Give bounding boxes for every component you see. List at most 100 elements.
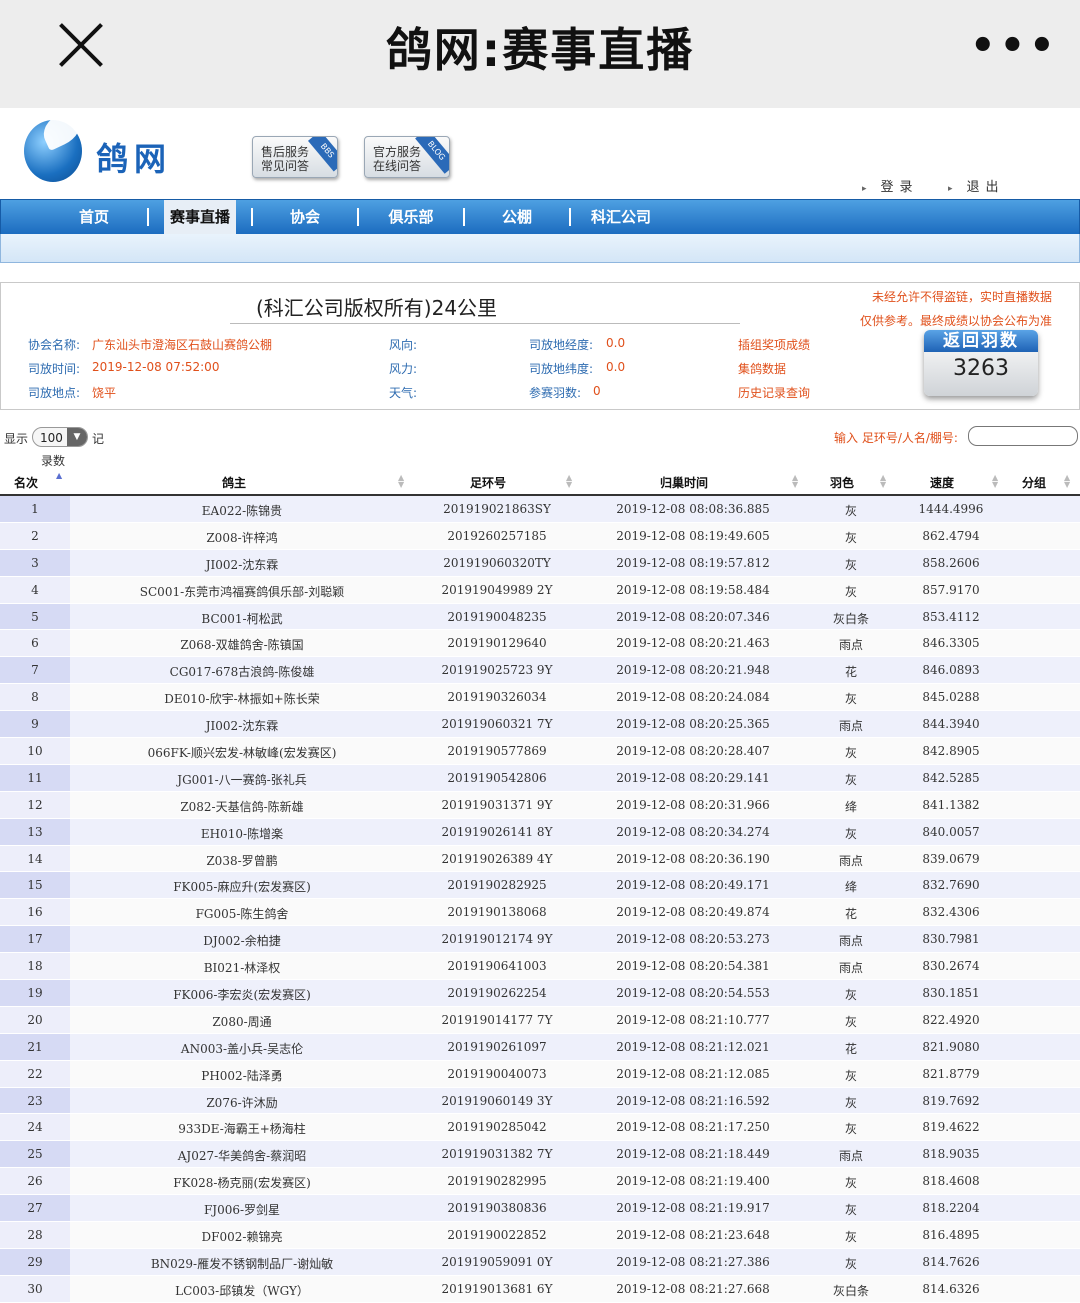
table-row[interactable]: 17 DJ002-余柏捷 201919012174 9Y 2019-12-08 08:…	[0, 926, 1080, 954]
speed-cell: 844.3940	[922, 717, 980, 732]
table-row[interactable]: 12 Z082-天基信鸽-陈新雄 201919031371 9Y 2019-12-08…	[0, 791, 1080, 819]
group-award-link[interactable]: 插组奖项成绩	[738, 336, 810, 353]
owner-cell: FK028-杨克丽(宏发赛区)	[173, 1176, 311, 1191]
rank-cell: 22	[27, 1066, 43, 1081]
nav-kehui-company[interactable]: 科汇公司	[585, 200, 657, 234]
history-query-link[interactable]: 历史记录查询	[738, 384, 810, 401]
logout-link[interactable]: ▸ 退出	[948, 176, 1005, 195]
table-row[interactable]: 27 FJ006-罗剑星 2019190380836 2019-12-08 08:21…	[0, 1195, 1080, 1223]
arrow-right-icon: ▸	[948, 184, 953, 194]
rank-cell: 30	[27, 1281, 43, 1296]
table-row[interactable]: 19 FK006-李宏炎(宏发赛区) 2019190262254 2019-12-08…	[0, 980, 1080, 1007]
col-owner[interactable]: 鸽主	[222, 474, 246, 491]
speed-cell: 814.7626	[922, 1254, 980, 1269]
release-place-label: 司放地点:	[28, 386, 81, 400]
sort-icon[interactable]: ▲ ▼	[792, 474, 798, 489]
table-row[interactable]: 28 DF002-赖锦亮 2019190022852 2019-12-08 08:21…	[0, 1222, 1080, 1249]
login-link[interactable]: ▸ 登录	[862, 176, 919, 195]
table-row[interactable]: 25 AJ027-华美鸽舍-蔡润昭 201919031382 7Y 2019-12-0…	[0, 1141, 1080, 1169]
nav-association[interactable]: 协会	[269, 200, 341, 234]
rank-cell: 21	[27, 1039, 43, 1054]
feather-color-cell: 绛	[844, 880, 857, 895]
owner-cell: JI002-沈东霖	[205, 557, 279, 572]
owner-cell: FG005-陈生鸽舍	[195, 907, 289, 922]
table-row[interactable]: 10 066FK-顺兴宏发-林敏峰(宏发赛区) 2019190577869 2019-…	[0, 738, 1080, 765]
table-row[interactable]: 9 JI002-沈东霖 201919060321 7Y 2019-12-08 08:2…	[0, 711, 1080, 739]
rank-cell: 26	[27, 1174, 43, 1189]
entry-count-value: 0	[593, 384, 601, 398]
col-speed[interactable]: 速度	[930, 474, 954, 491]
feather-color-cell: 雨点	[838, 853, 863, 868]
col-group[interactable]: 分组	[1022, 474, 1046, 491]
feather-color-cell: 雨点	[838, 719, 863, 734]
feather-color-cell: 灰	[844, 988, 857, 1003]
table-row[interactable]: 6 Z068-双雄鸽舍-陈镇国 2019190129640 2019-12-08 08…	[0, 630, 1080, 658]
nav-divider	[147, 208, 149, 226]
owner-cell: Z068-双雄鸽舍-陈镇国	[180, 638, 304, 653]
col-return-time[interactable]: 归巢时间	[660, 474, 708, 491]
rank-cell: 8	[31, 690, 39, 705]
more-menu-icon[interactable]: •••	[970, 26, 1059, 66]
table-row[interactable]: 24 933DE-海霸王+杨海柱 2019190285042 2019-12-08 0…	[0, 1114, 1080, 1142]
table-row[interactable]: 23 Z076-许沐励 201919060149 3Y 2019-12-08 08:2…	[0, 1087, 1080, 1115]
table-row[interactable]: 1 EA022-陈锦贵 201919021863SY 2019-12-08 08:08…	[0, 496, 1080, 523]
speed-cell: 814.6326	[922, 1281, 980, 1296]
table-row[interactable]: 15 FK005-麻应升(宏发赛区) 2019190282925 2019-12-08…	[0, 872, 1080, 900]
search-input[interactable]	[968, 426, 1078, 446]
col-rank[interactable]: 名次	[14, 474, 38, 491]
table-row[interactable]: 4 SC001-东莞市鸿福赛鸽俱乐部-刘聪颖 201919049989 2Y 2019…	[0, 576, 1080, 604]
owner-cell: 066FK-顺兴宏发-林敏峰(宏发赛区)	[147, 746, 337, 761]
sort-icon[interactable]: ▲ ▼	[992, 474, 998, 489]
feather-color-cell: 灰白条	[832, 1283, 869, 1298]
chevron-down-icon[interactable]: ▼	[67, 428, 87, 446]
speed-cell: 819.7692	[922, 1093, 980, 1108]
notice-line1: 未经允许不得盗链，实时直播数据	[871, 290, 1052, 304]
ring-number-cell: 2019190138068	[447, 905, 547, 920]
table-row[interactable]: 26 FK028-杨克丽(宏发赛区) 2019190282995 2019-12-08…	[0, 1168, 1080, 1196]
nav-club[interactable]: 俱乐部	[373, 200, 449, 234]
table-row[interactable]: 22 PH002-陆泽勇 2019190040073 2019-12-08 08:21…	[0, 1060, 1080, 1088]
owner-cell: 933DE-海霸王+杨海柱	[178, 1122, 306, 1137]
return-time-cell: 2019-12-08 08:19:58.484	[616, 582, 770, 597]
sort-icon[interactable]: ▲ ▼	[1064, 474, 1070, 489]
return-time-cell: 2019-12-08 08:20:07.346	[616, 609, 770, 624]
owner-cell: DJ002-余柏捷	[203, 934, 281, 949]
table-row[interactable]: 20 Z080-周通 201919014177 7Y 2019-12-08 08:21…	[0, 1006, 1080, 1034]
nav-loft[interactable]: 公棚	[481, 200, 553, 234]
speed-cell: 832.4306	[922, 905, 980, 920]
sort-asc-icon[interactable]: ▲	[56, 472, 62, 480]
return-time-cell: 2019-12-08 08:21:12.085	[616, 1066, 770, 1081]
table-row[interactable]: 5 BC001-柯松武 2019190048235 2019-12-08 08:20:…	[0, 603, 1080, 631]
table-row[interactable]: 30 LC003-邱镇发（WGY） 201919013681 6Y 2019-12-0…	[0, 1275, 1080, 1303]
table-row[interactable]: 14 Z038-罗曾鹏 201919026389 4Y 2019-12-08 08:2…	[0, 845, 1080, 873]
site-logo-icon[interactable]	[24, 120, 82, 182]
sort-icon[interactable]: ▲ ▼	[398, 474, 404, 489]
table-row[interactable]: 7 CG017-678古浪鸽-陈俊雄 201919025723 9Y 2019-12-…	[0, 657, 1080, 685]
feather-color-cell: 灰	[844, 772, 857, 787]
table-row[interactable]: 29 BN029-雁发不锈钢制品厂-谢灿敏 201919059091 0Y 2019-…	[0, 1248, 1080, 1276]
show-label: 显示	[4, 432, 29, 446]
nav-home[interactable]: 首页	[59, 200, 129, 234]
col-ring[interactable]: 足环号	[470, 474, 506, 491]
rank-cell: 23	[27, 1093, 43, 1108]
nav-live-race[interactable]: 赛事直播	[164, 200, 236, 234]
return-count-badge: 返回羽数 3263	[924, 330, 1038, 396]
table-row[interactable]: 8 DE010-欣宇-林振如+陈长荣 2019190326034 2019-12-08…	[0, 684, 1080, 712]
table-row[interactable]: 11 JG001-八一赛鸽-张礼兵 2019190542806 2019-12-08 …	[0, 764, 1080, 792]
official-service-button[interactable]: 官方服务 在线问答 BLOG	[364, 136, 450, 178]
table-row[interactable]: 18 BI021-林泽权 2019190641003 2019-12-08 08:20…	[0, 953, 1080, 981]
after-sales-service-button[interactable]: 售后服务 常见问答 BBS	[252, 136, 338, 178]
collection-data-link[interactable]: 集鸽数据	[738, 360, 786, 377]
nav-divider	[251, 208, 253, 226]
site-logo-text[interactable]: 鸽网	[96, 134, 172, 180]
sort-icon[interactable]: ▲ ▼	[566, 474, 572, 489]
table-row[interactable]: 2 Z008-许梓鸿 2019260257185 2019-12-08 08:19:4…	[0, 522, 1080, 550]
table-row[interactable]: 13 EH010-陈增楽 201919026141 8Y 2019-12-08 08:…	[0, 818, 1080, 846]
table-row[interactable]: 21 AN003-盖小兵-吴志伦 2019190261097 2019-12-08 0…	[0, 1033, 1080, 1061]
return-time-cell: 2019-12-08 08:20:36.190	[616, 851, 770, 866]
page-size-select[interactable]: 100 ▼	[32, 427, 88, 447]
col-feather-color[interactable]: 羽色	[830, 474, 854, 491]
sort-icon[interactable]: ▲ ▼	[880, 474, 886, 489]
table-row[interactable]: 3 JI002-沈东霖 201919060320TY 2019-12-08 08:19…	[0, 549, 1080, 577]
table-row[interactable]: 16 FG005-陈生鸽舍 2019190138068 2019-12-08 08:2…	[0, 899, 1080, 927]
